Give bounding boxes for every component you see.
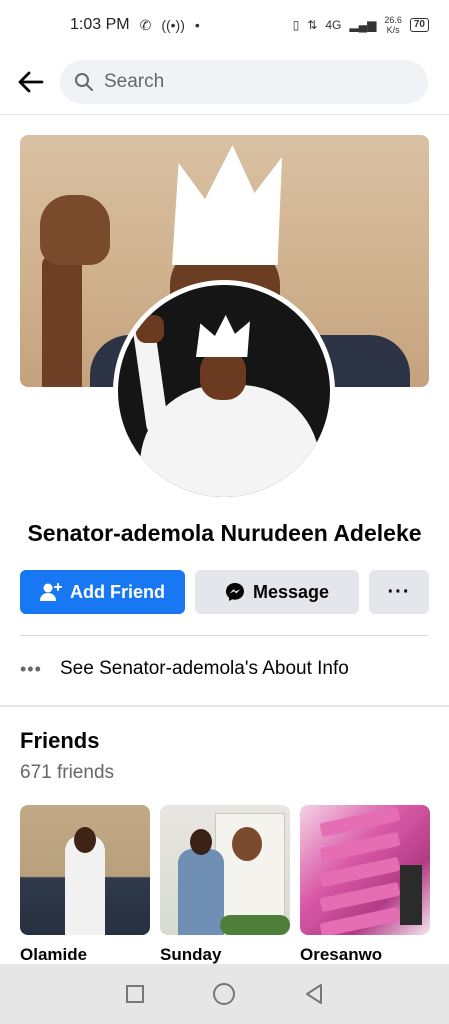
section-separator — [0, 705, 449, 707]
signal-bars-icon: ▂▄▆ — [349, 18, 377, 32]
friends-count: 671 friends — [20, 762, 115, 783]
triangle-back-icon — [306, 984, 323, 1004]
about-info-label: See Senator-ademola's About Info — [60, 658, 349, 679]
home-button[interactable] — [209, 979, 239, 1009]
friend-name[interactable]: Olamide — [20, 945, 150, 965]
square-icon — [125, 985, 144, 1003]
profile-actions: Add Friend Message ··· — [20, 570, 429, 614]
notification-dot-icon: • — [194, 17, 200, 33]
divider — [20, 635, 429, 636]
data-transfer-icon: ⇅ — [307, 18, 318, 32]
back-button[interactable] — [0, 58, 60, 106]
battery-icon: 70 — [409, 18, 429, 32]
add-friend-button[interactable]: Add Friend — [20, 570, 185, 614]
recents-button[interactable] — [120, 979, 150, 1009]
friend-name[interactable]: Sunday — [160, 945, 290, 965]
status-bar: 1:03 PM ✆ ((•)) • ▯ ⇅ 4G ▂▄▆ 26.6 K/s 70 — [0, 0, 449, 50]
message-button[interactable]: Message — [195, 570, 359, 614]
search-icon — [75, 73, 93, 91]
system-nav-bar — [0, 964, 449, 1024]
friends-title: Friends — [20, 728, 100, 753]
profile-name: Senator-ademola Nurudeen Adeleke — [27, 520, 422, 546]
network-type: 4G — [325, 18, 342, 32]
status-time: 1:03 PM — [70, 16, 130, 33]
messenger-icon — [225, 583, 244, 601]
net-speed: 26.6 K/s — [384, 15, 402, 35]
search-input[interactable]: Search — [60, 60, 428, 104]
signal-pulse-icon: ((•)) — [161, 17, 185, 33]
about-info-link[interactable]: ••• See Senator-ademola's About Info — [20, 650, 429, 688]
divider — [0, 114, 449, 115]
search-placeholder: Search — [104, 71, 165, 92]
profile-picture[interactable] — [113, 280, 335, 502]
friend-card[interactable]: Olamide — [20, 805, 150, 965]
friend-photo[interactable] — [20, 805, 150, 935]
friend-photo[interactable] — [160, 805, 290, 935]
circle-icon — [213, 983, 236, 1005]
top-nav: Search — [0, 58, 449, 106]
more-options-button[interactable]: ··· — [369, 570, 429, 614]
friend-name[interactable]: Oresanwo — [300, 945, 430, 965]
add-friend-icon — [40, 583, 62, 601]
friend-card[interactable]: Oresanwo — [300, 805, 430, 965]
whatsapp-icon: ✆ — [139, 16, 152, 33]
friend-photo[interactable] — [300, 805, 430, 935]
more-dots-icon: ••• — [20, 658, 42, 679]
arrow-left-icon — [18, 71, 44, 93]
friend-card[interactable]: Sunday — [160, 805, 290, 965]
back-nav-button[interactable] — [299, 979, 329, 1009]
vibrate-icon: ▯ — [292, 18, 300, 32]
friends-grid: Olamide Sunday Oresanwo — [20, 805, 430, 965]
